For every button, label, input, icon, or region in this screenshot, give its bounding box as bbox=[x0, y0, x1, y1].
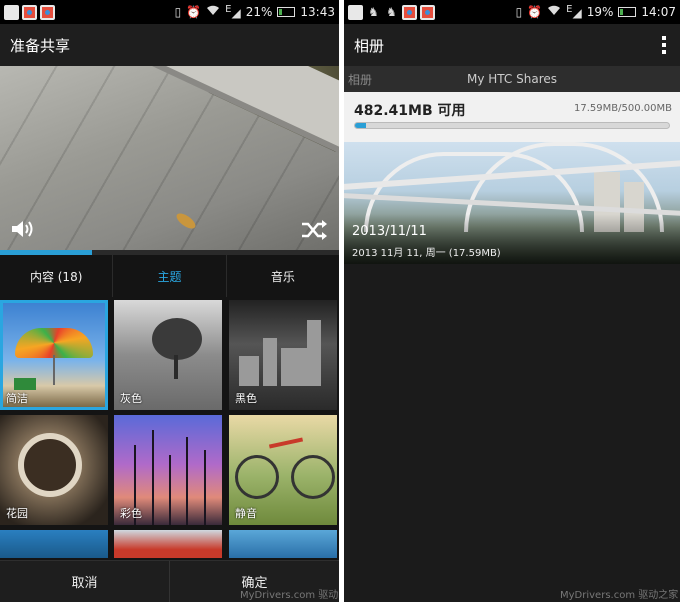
battery-percent: 21% bbox=[245, 5, 273, 19]
battery-icon bbox=[277, 7, 296, 17]
video-preview[interactable] bbox=[0, 66, 339, 252]
album-screen: ♞ ♞ ▯ ⏰ E◢ 19% 14:07 相册 相册 My HTC Shares… bbox=[344, 0, 680, 602]
theme-label: 彩色 bbox=[120, 507, 142, 520]
theme-label: 静音 bbox=[235, 507, 257, 520]
cancel-button[interactable]: 取消 bbox=[0, 561, 169, 602]
theme-label: 简洁 bbox=[6, 392, 28, 405]
action-bar: 准备共享 bbox=[0, 24, 339, 66]
previous-page-label[interactable]: 相册 bbox=[348, 71, 372, 88]
theme-tile-garden[interactable]: 花园 bbox=[0, 415, 108, 525]
mascot-icon: ♞ bbox=[386, 4, 397, 19]
album-title: My HTC Shares bbox=[467, 72, 557, 86]
signal-icon: E◢ bbox=[225, 4, 241, 20]
theme-tile-mute[interactable]: 静音 bbox=[229, 415, 337, 525]
theme-label: 黑色 bbox=[235, 392, 257, 405]
photo-app-icon bbox=[402, 4, 417, 20]
status-bar: ▯ ⏰ E◢ 21% 13:43 bbox=[0, 0, 339, 24]
storage-used: 17.59MB/500.00MB bbox=[574, 103, 672, 114]
page-title: 相册 bbox=[354, 36, 385, 55]
signal-icon: E◢ bbox=[566, 4, 582, 20]
page-title: 准备共享 bbox=[10, 36, 71, 55]
album-breadcrumb: 相册 My HTC Shares bbox=[344, 66, 680, 92]
watermark: MyDrivers.com 驱动之家 bbox=[560, 590, 679, 601]
album-date: 2013/11/11 bbox=[352, 224, 427, 239]
mascot-icon: ♞ bbox=[368, 4, 379, 19]
photo-app-icon bbox=[22, 4, 37, 20]
vibrate-icon: ▯ bbox=[174, 5, 182, 19]
photo-app-icon bbox=[420, 4, 435, 20]
theme-tile-grey[interactable]: 灰色 bbox=[114, 300, 222, 410]
tab-bar: 内容 (18) 主题 音乐 bbox=[0, 255, 339, 297]
volume-icon[interactable] bbox=[10, 218, 36, 240]
watermark: MyDrivers.com 驱动之家 bbox=[240, 590, 339, 601]
wifi-icon bbox=[206, 5, 220, 19]
tab-content[interactable]: 内容 (18) bbox=[0, 255, 114, 297]
theme-tile-color[interactable]: 彩色 bbox=[114, 415, 222, 525]
notification-icon bbox=[4, 4, 19, 20]
share-screen: ▯ ⏰ E◢ 21% 13:43 准备共享 内容 (18) 主题 音乐 简洁 灰… bbox=[0, 0, 339, 602]
wifi-icon bbox=[547, 5, 561, 19]
theme-tile[interactable] bbox=[229, 530, 337, 558]
photo-app-icon bbox=[40, 4, 55, 20]
shuffle-icon[interactable] bbox=[300, 218, 328, 242]
tab-music[interactable]: 音乐 bbox=[227, 255, 339, 297]
theme-tile-black[interactable]: 黑色 bbox=[229, 300, 337, 410]
theme-grid: 简洁 灰色 黑色 花园 彩色 静音 bbox=[0, 297, 339, 558]
theme-tile[interactable] bbox=[0, 530, 108, 558]
alarm-icon: ⏰ bbox=[186, 5, 202, 19]
action-bar: 相册 bbox=[344, 24, 680, 66]
theme-tile[interactable] bbox=[114, 530, 222, 558]
clock: 13:43 bbox=[300, 5, 335, 19]
notification-icon bbox=[348, 4, 363, 20]
battery-icon bbox=[618, 7, 637, 17]
storage-progress-bar bbox=[354, 122, 670, 129]
status-bar: ♞ ♞ ▯ ⏰ E◢ 19% 14:07 bbox=[344, 0, 680, 24]
battery-percent: 19% bbox=[586, 5, 614, 19]
theme-tile-simple[interactable]: 简洁 bbox=[0, 300, 108, 410]
clock: 14:07 bbox=[641, 5, 676, 19]
vibrate-icon: ▯ bbox=[515, 5, 523, 19]
album-card[interactable]: 2013/11/11 2013 11月 11, 周一 (17.59MB) bbox=[344, 142, 680, 264]
overflow-menu-icon[interactable] bbox=[658, 32, 670, 58]
storage-panel: 482.41MB 可用 17.59MB/500.00MB bbox=[344, 92, 680, 142]
theme-label: 花园 bbox=[6, 507, 28, 520]
theme-label: 灰色 bbox=[120, 392, 142, 405]
alarm-icon: ⏰ bbox=[527, 5, 543, 19]
album-meta: 2013 11月 11, 周一 (17.59MB) bbox=[352, 248, 501, 259]
storage-available: 482.41MB 可用 bbox=[354, 103, 466, 119]
tab-theme[interactable]: 主题 bbox=[113, 255, 227, 297]
